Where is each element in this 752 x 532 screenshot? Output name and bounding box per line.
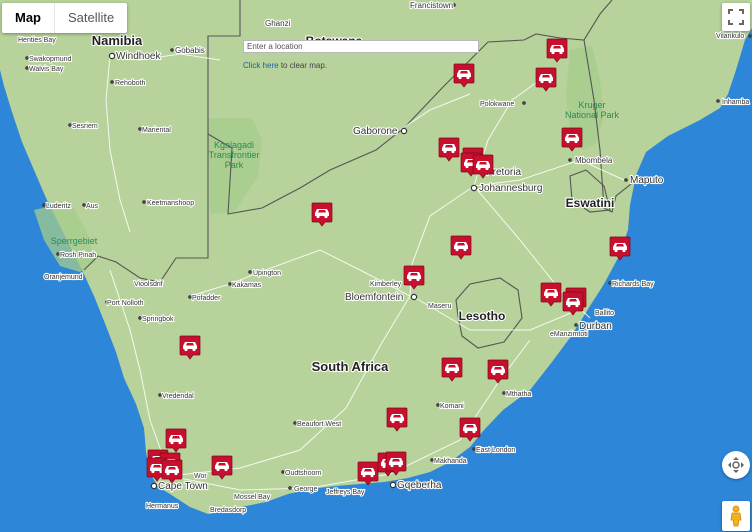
map-type-control: Map Satellite — [2, 3, 128, 33]
label-city-springbok: Springbok — [142, 316, 174, 323]
label-city-oudtshoorn: Oudtshoorn — [285, 470, 322, 477]
label-city-makhanda: Makhanda — [434, 458, 467, 465]
label-city-johannesburg: Johannesburg — [479, 183, 542, 194]
label-city-walvis-bay: Walvis Bay — [29, 66, 64, 73]
label-city-keetmanshoop: Keetmanshoop — [147, 200, 194, 207]
park-label-kruger-2: National Park — [565, 110, 620, 120]
label-city-worcester: Wor — [194, 473, 207, 480]
park-label-kruger-1: Kruger — [578, 100, 605, 110]
label-city-luderitz: Luderitz — [46, 203, 71, 210]
city-dot-gobabis — [170, 48, 174, 52]
label-city-oranjemund: Oranjemund — [44, 274, 83, 281]
city-dot-bloemfontein — [410, 293, 418, 301]
city-dot-gqeberha — [389, 481, 397, 489]
label-city-mariental: Mariental — [142, 127, 171, 134]
park-label-kgalagadi-3: Park — [225, 160, 244, 170]
label-city-jeffreys-bay: Jeffreys Bay — [326, 489, 365, 496]
city-dot-rehoboth — [110, 80, 114, 84]
clear-map-suffix: to clear map. — [280, 61, 328, 70]
label-city-mthatha: Mthatha — [506, 391, 531, 398]
label-city-kakamas: Kakamas — [232, 282, 262, 289]
label-city-maseru: Maseru — [428, 303, 451, 310]
label-city-gaborone: Gaborone — [353, 126, 398, 137]
pegman-icon — [730, 505, 742, 527]
city-dot-george — [288, 486, 292, 490]
map-tab[interactable]: Map — [2, 3, 54, 33]
city-dot-maputo — [624, 178, 628, 182]
city-dot-upington — [248, 270, 252, 274]
map-canvas[interactable]: NamibiaSouth AfricaLesothoEswatiniBotswa… — [0, 0, 752, 532]
city-dot-vilankulo — [748, 34, 752, 38]
park-label-kgalagadi-1: Kgalagadi — [214, 140, 254, 150]
label-city-cape-town: Cape Town — [158, 481, 208, 492]
city-dot-mbombela — [568, 158, 572, 162]
label-city-swakopmund: Swakopmund — [29, 56, 72, 63]
label-city-aus: Aus — [86, 203, 99, 210]
label-city-henties-bay: Henties Bay — [18, 37, 56, 44]
city-dot-windhoek — [108, 52, 116, 60]
city-dot-johannesburg — [470, 184, 478, 192]
satellite-tab[interactable]: Satellite — [55, 3, 127, 33]
label-city-mbombela: Mbombela — [575, 156, 613, 165]
label-city-windhoek: Windhoek — [116, 51, 161, 62]
label-city-port-nolloth: Port Nolloth — [107, 300, 144, 307]
label-country-south-africa: South Africa — [312, 359, 390, 374]
label-city-bredasdorp: Bredasdorp — [210, 507, 246, 514]
park-label-kgalagadi-2: Transfrontier — [209, 150, 260, 160]
label-city-durban: Durban — [579, 321, 612, 332]
label-city-komani: Komani — [440, 403, 464, 410]
label-city-polokwane: Polokwane — [480, 101, 514, 108]
label-city-ballito: Ballito — [595, 310, 614, 317]
label-city-rehoboth: Rehoboth — [115, 80, 145, 87]
city-dot-inhambane — [716, 99, 720, 103]
label-city-hermanus: Hermanus — [146, 503, 179, 510]
label-city-gobabis: Gobabis — [175, 46, 205, 55]
fullscreen-icon — [728, 9, 744, 25]
label-city-inhambane: Inhamba — [722, 99, 749, 106]
city-dot-polokwane — [522, 101, 526, 105]
label-city-kimberley: Kimberley — [370, 281, 402, 288]
street-view-button[interactable] — [722, 501, 750, 531]
location-search-input[interactable] — [243, 40, 479, 53]
label-city-vilankulo: Vilankulo — [716, 33, 744, 40]
label-city-bloemfontein: Bloemfontein — [345, 292, 403, 303]
label-city-richards-bay: Richards Bay — [612, 281, 654, 288]
label-country-namibia: Namibia — [92, 33, 143, 48]
clear-map-note: Click here to clear map. — [243, 61, 327, 70]
label-country-eswatini: Eswatini — [566, 196, 615, 210]
clear-map-link[interactable]: Click here — [243, 61, 279, 70]
label-city-rosh-pinah: Rosh Pinah — [60, 252, 96, 259]
label-city-pofadder: Pofadder — [192, 295, 221, 302]
city-dot-cape-town — [150, 482, 158, 490]
label-city-maputo: Maputo — [630, 175, 664, 186]
label-country-lesotho: Lesotho — [459, 309, 506, 323]
label-city-east-london: East London — [476, 447, 515, 454]
label-city-vredendal: Vredendal — [162, 393, 194, 400]
fullscreen-button[interactable] — [722, 3, 750, 31]
label-city-upington: Upington — [253, 270, 281, 277]
label-city-mossel-bay: Mossel Bay — [234, 494, 271, 501]
label-city-gqeberha: Gqeberha — [397, 480, 442, 491]
city-dot-keetmanshoop — [142, 200, 146, 204]
move-camera-icon — [728, 457, 744, 473]
label-city-ghanzi: Ghanzi — [265, 19, 291, 28]
label-city-george: George — [294, 486, 317, 493]
park-label-sperrgebiet: Sperrgebiet — [51, 236, 98, 246]
label-city-vioolsdrif: Vioolsdrif — [134, 281, 163, 288]
label-city-beaufort-west: Beaufort West — [297, 421, 341, 428]
camera-control-button[interactable] — [722, 451, 750, 479]
label-city-francistown: Francistown — [410, 1, 453, 10]
label-city-emanzimtoti: eManzimtoti — [550, 331, 588, 338]
city-dot-gaborone — [400, 127, 408, 135]
city-dot-durban — [574, 323, 578, 327]
label-city-sesriem: Sesriem — [72, 123, 98, 130]
